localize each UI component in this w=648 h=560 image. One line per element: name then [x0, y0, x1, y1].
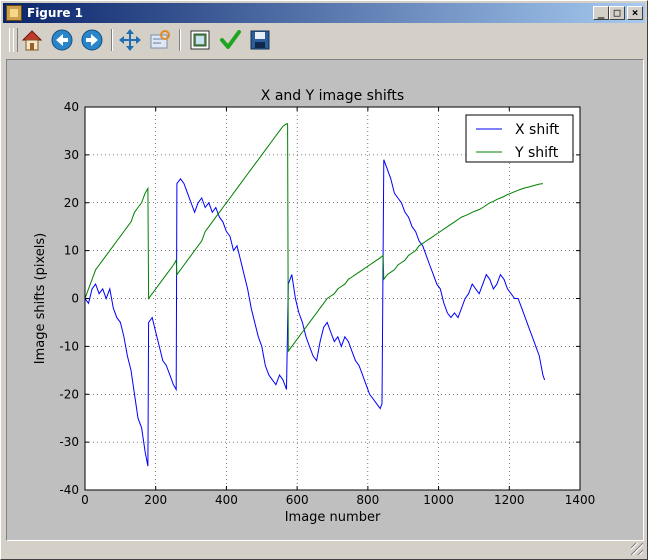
chart-title: X and Y image shifts	[261, 88, 404, 104]
x-axis-label: Image number	[285, 510, 381, 525]
x-tick-label: 400	[215, 493, 238, 507]
pan-button[interactable]	[117, 27, 143, 53]
minimize-button[interactable]: _	[593, 6, 609, 20]
back-button[interactable]	[49, 27, 75, 53]
legend-label: Y shift	[514, 145, 559, 161]
y-tick-label: 0	[71, 292, 79, 306]
y-tick-label: -40	[59, 483, 79, 497]
y-tick-label: 20	[64, 196, 79, 210]
y-tick-label: 10	[64, 244, 79, 258]
save-icon	[250, 30, 270, 50]
x-tick-label: 600	[286, 493, 309, 507]
back-arrow-icon	[51, 29, 73, 51]
forward-button[interactable]	[79, 27, 105, 53]
y-tick-label: -10	[59, 339, 79, 353]
status-bar	[3, 541, 645, 557]
x-tick-label: 800	[356, 493, 379, 507]
maximize-button[interactable]: □	[609, 6, 625, 20]
figure-window: Figure 1 _ □ × 0 200 400 600 800 1000 12…	[0, 0, 648, 560]
zoom-button[interactable]	[147, 27, 173, 53]
zoom-icon	[150, 30, 170, 49]
y-tick-label: -20	[59, 387, 79, 401]
subplots-icon	[190, 30, 210, 50]
subplots-button[interactable]	[187, 27, 213, 53]
x-tick-label: 1200	[494, 493, 525, 507]
title-bar[interactable]: Figure 1 _ □ ×	[3, 3, 645, 23]
y-axis-label: Image shifts (pixels)	[33, 233, 48, 365]
resize-grip[interactable]	[631, 543, 643, 555]
x-tick-label: 0	[81, 493, 89, 507]
y-tick-label: 40	[64, 100, 79, 114]
pan-icon	[119, 29, 141, 51]
edit-button[interactable]	[217, 27, 243, 53]
legend-label: X shift	[515, 122, 560, 138]
y-tick-label: 30	[64, 148, 79, 162]
x-tick-label: 1400	[565, 493, 596, 507]
close-button[interactable]: ×	[627, 6, 643, 20]
x-tick-label: 200	[144, 493, 167, 507]
home-button[interactable]	[19, 27, 45, 53]
app-icon	[6, 5, 22, 21]
checkmark-icon	[220, 30, 241, 49]
figure-canvas[interactable]: 0 200 400 600 800 1000 1200 1400 -40 -30 -20 -10 0 10…	[6, 59, 644, 541]
y-tick-label: -30	[59, 435, 79, 449]
home-icon	[21, 30, 43, 51]
toolbar-separator-2	[179, 29, 181, 51]
toolbar-separator	[111, 29, 113, 51]
navigation-toolbar	[3, 25, 645, 57]
save-button[interactable]	[247, 27, 273, 53]
window-title: Figure 1	[27, 6, 84, 20]
plot-svg[interactable]: 0 200 400 600 800 1000 1200 1400 -40 -30 -20 -10 0 10…	[7, 60, 643, 540]
forward-arrow-icon	[81, 29, 103, 51]
toolbar-grip-2	[13, 28, 18, 52]
x-tick-label: 1000	[423, 493, 454, 507]
